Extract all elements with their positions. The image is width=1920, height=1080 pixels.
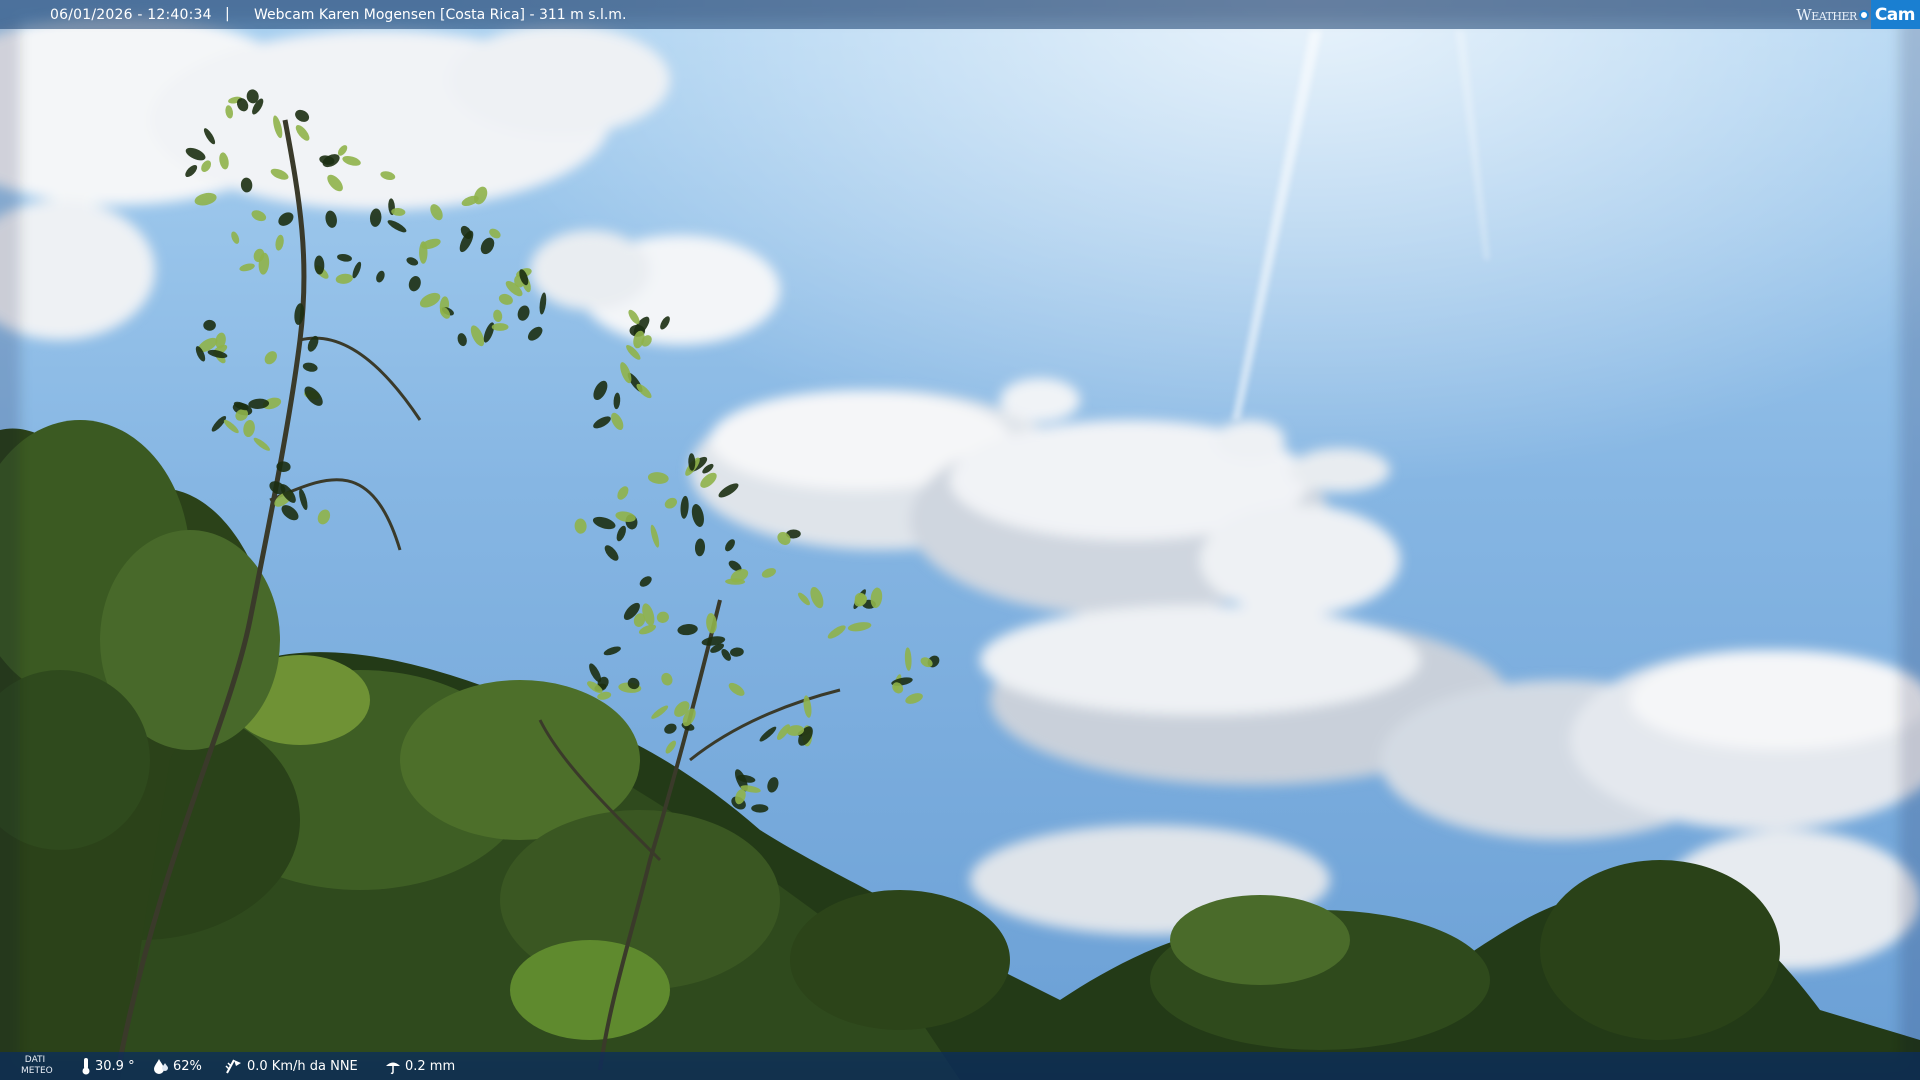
- webcam-title: Webcam Karen Mogensen [Costa Rica] - 311…: [254, 7, 627, 23]
- wind-value: 0.0 Km/h da NNE: [247, 1058, 358, 1074]
- temperature-value: 30.9 °: [95, 1058, 135, 1074]
- weather-data-bar: DATI METEO 30.9 ° 62% 0.0 Km/h da NNE 0.…: [0, 1052, 1920, 1080]
- weather-label-line2: METEO: [21, 1066, 53, 1076]
- weather-label-line1: DATI: [24, 1055, 46, 1065]
- wind-reading: 0.0 Km/h da NNE: [224, 1057, 358, 1075]
- logo-weather-text: Weather: [1796, 5, 1857, 24]
- rain-icon: [386, 1062, 400, 1075]
- leaf: [419, 241, 428, 264]
- weathercam-logo[interactable]: Weather Cam: [1790, 0, 1920, 29]
- leaf: [491, 323, 509, 331]
- webcam-image: [0, 0, 1920, 1080]
- humidity-drops-icon: [154, 1059, 168, 1074]
- weather-data-label: DATI METEO: [21, 1055, 53, 1077]
- wind-vane-icon: [225, 1059, 241, 1074]
- thermometer-icon: [82, 1058, 90, 1075]
- humidity-reading: 62%: [152, 1057, 202, 1075]
- humidity-value: 62%: [173, 1058, 202, 1074]
- logo-cam-text: Cam: [1870, 0, 1920, 29]
- timestamp: 06/01/2026 - 12:40:34: [50, 7, 212, 23]
- webcam-info-bar: 06/01/2026 - 12:40:34 | Webcam Karen Mog…: [0, 0, 1920, 29]
- separator: |: [225, 6, 230, 22]
- logo-dot-icon: [1858, 9, 1869, 20]
- rain-reading: 0.2 mm: [384, 1057, 455, 1075]
- temperature-reading: 30.9 °: [80, 1057, 135, 1075]
- rain-value: 0.2 mm: [405, 1058, 456, 1074]
